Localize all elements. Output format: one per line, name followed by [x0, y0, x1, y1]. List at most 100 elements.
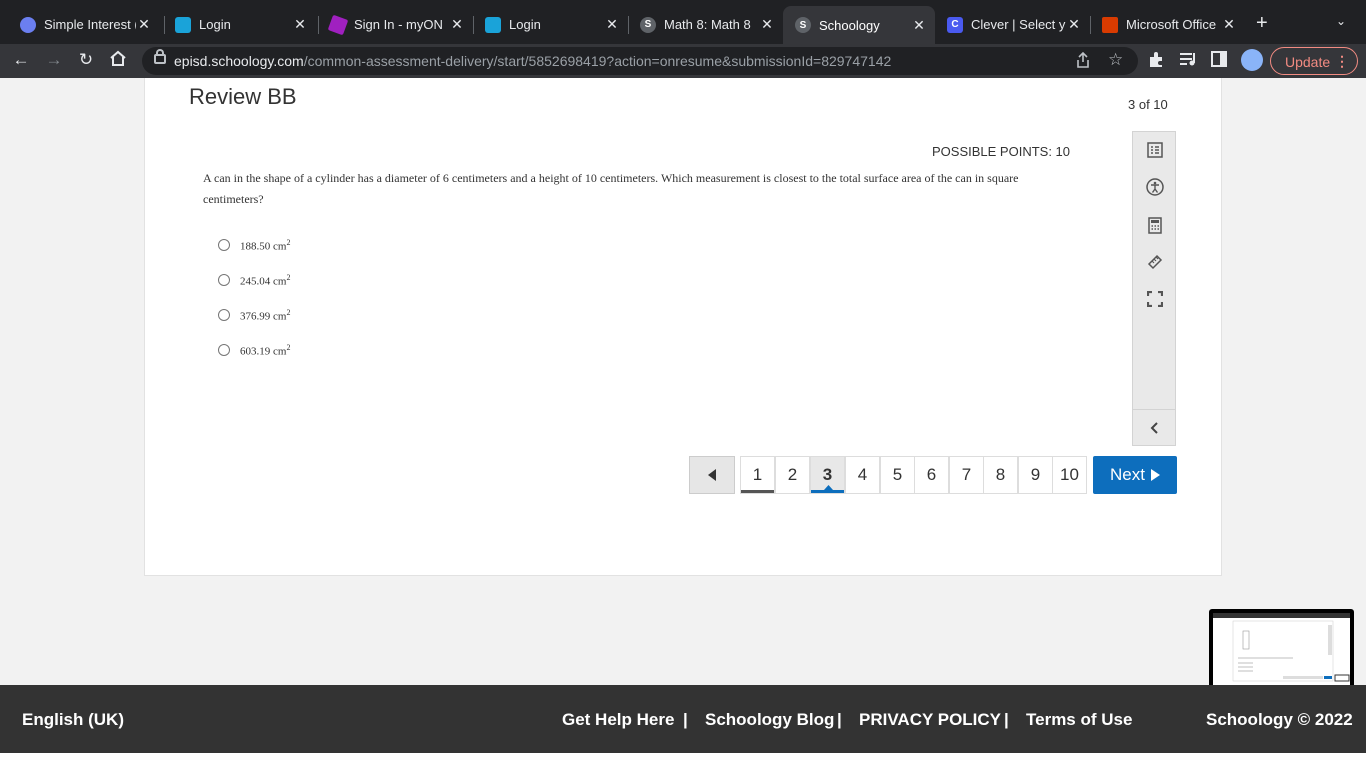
- question-text: A can in the shape of a cylinder has a d…: [203, 171, 1019, 206]
- footer-divider: |: [683, 710, 688, 729]
- ruler-icon[interactable]: [1145, 252, 1165, 272]
- current-indicator: [811, 490, 844, 493]
- more-menu-icon: ⋮: [1335, 53, 1349, 69]
- tab-title: Microsoft Office: [1126, 17, 1217, 32]
- choice-label: 376.99 cm2: [240, 307, 291, 323]
- page-button-3-current[interactable]: 3: [810, 456, 845, 494]
- tab-title: Sign In - myON: [354, 17, 443, 32]
- visited-indicator: [741, 490, 774, 493]
- question-progress: 3 of 10: [1128, 97, 1168, 112]
- tools-divider: [1133, 409, 1175, 410]
- tab-title: Simple Interest (: [44, 17, 136, 32]
- bottom-strip: [0, 753, 1366, 768]
- choice-label: 188.50 cm2: [240, 237, 291, 253]
- choice-label: 603.19 cm2: [240, 342, 291, 358]
- browser-tab[interactable]: S Math 8: Math 8 ✕: [628, 8, 783, 41]
- answer-choice[interactable]: 188.50 cm2: [218, 235, 290, 255]
- next-label: Next: [1110, 465, 1145, 484]
- calculator-icon[interactable]: [1145, 215, 1165, 235]
- clever-icon: C: [947, 16, 963, 33]
- close-tab-icon[interactable]: ✕: [1066, 16, 1082, 33]
- share-icon[interactable]: [1076, 51, 1090, 72]
- page-button-1[interactable]: 1: [740, 456, 775, 494]
- side-panel-icon[interactable]: [1211, 51, 1227, 71]
- page-button-7[interactable]: 7: [949, 456, 984, 494]
- radio-button[interactable]: [218, 344, 230, 356]
- browser-tab[interactable]: Login ✕: [163, 8, 316, 41]
- next-button[interactable]: Next: [1093, 456, 1177, 494]
- update-button[interactable]: Update ⋮: [1270, 47, 1358, 75]
- browser-toolbar: ← → ↻ episd.schoology.com/common-assessm…: [0, 44, 1366, 78]
- tab-title: Schoology: [819, 17, 880, 33]
- close-tab-icon[interactable]: ✕: [449, 16, 465, 33]
- close-tab-icon[interactable]: ✕: [759, 16, 775, 33]
- next-arrow-icon: [1150, 469, 1160, 481]
- radio-button[interactable]: [218, 239, 230, 251]
- url-text: episd.schoology.com/common-assessment-de…: [174, 53, 892, 69]
- language-selector[interactable]: English (UK): [22, 710, 124, 730]
- fullscreen-icon[interactable]: [1145, 289, 1165, 309]
- privacy-policy-link[interactable]: PRIVACY POLICY: [859, 710, 1001, 730]
- page-footer: English (UK) Get Help Here | Schoology B…: [0, 685, 1366, 753]
- globe-icon: [20, 16, 36, 33]
- help-link[interactable]: Get Help Here: [562, 710, 674, 730]
- tab-title: Login: [199, 17, 231, 32]
- collapse-chevron-icon[interactable]: [1145, 418, 1165, 438]
- page-button-5[interactable]: 5: [880, 456, 915, 494]
- new-tab-button[interactable]: +: [1256, 12, 1268, 35]
- schoology-icon: S: [795, 17, 811, 33]
- browser-tab[interactable]: Microsoft Office ✕: [1090, 8, 1245, 41]
- radio-button[interactable]: [218, 309, 230, 321]
- copyright-text: Schoology © 2022: [1206, 710, 1353, 729]
- close-tab-icon[interactable]: ✕: [911, 17, 927, 34]
- tab-search-button[interactable]: ⌄: [1336, 14, 1346, 28]
- office-icon: [1102, 16, 1118, 33]
- reading-list-icon[interactable]: [1179, 51, 1197, 71]
- radio-button[interactable]: [218, 274, 230, 286]
- current-caret-icon: [824, 485, 833, 490]
- previous-button[interactable]: [689, 456, 735, 494]
- tools-panel: [1132, 131, 1176, 446]
- lock-icon[interactable]: [154, 49, 166, 64]
- terms-of-use-link[interactable]: Terms of Use: [1026, 710, 1132, 730]
- notes-icon[interactable]: [1145, 140, 1165, 160]
- reload-icon[interactable]: ↻: [75, 50, 97, 70]
- answer-choice[interactable]: 376.99 cm2: [218, 305, 290, 325]
- close-tab-icon[interactable]: ✕: [136, 16, 152, 33]
- blog-link[interactable]: Schoology Blog: [705, 710, 834, 730]
- close-tab-icon[interactable]: ✕: [292, 16, 308, 33]
- browser-tab-active[interactable]: S Schoology ✕: [783, 6, 935, 44]
- page-button-2[interactable]: 2: [775, 456, 810, 494]
- answer-choice[interactable]: 603.19 cm2: [218, 340, 290, 360]
- screen-share-thumbnail[interactable]: [1209, 609, 1354, 694]
- choice-label: 245.04 cm2: [240, 272, 291, 288]
- extensions-icon[interactable]: [1147, 51, 1165, 73]
- accessibility-icon[interactable]: [1145, 177, 1165, 197]
- thumbnail-preview: [1213, 613, 1350, 690]
- home-icon[interactable]: [107, 50, 129, 71]
- answer-choice[interactable]: 245.04 cm2: [218, 270, 290, 290]
- page-button-4[interactable]: 4: [845, 456, 880, 494]
- close-tab-icon[interactable]: ✕: [604, 16, 620, 33]
- close-tab-icon[interactable]: ✕: [1221, 16, 1237, 33]
- bookmark-star-icon[interactable]: ☆: [1108, 50, 1123, 70]
- browser-tab[interactable]: Sign In - myON ✕: [318, 8, 473, 41]
- address-bar[interactable]: episd.schoology.com/common-assessment-de…: [142, 47, 1138, 75]
- browser-tab[interactable]: Login ✕: [473, 8, 628, 41]
- previous-arrow-icon: [708, 469, 716, 481]
- page-button-8[interactable]: 8: [983, 456, 1018, 494]
- back-arrow-icon[interactable]: ←: [10, 50, 32, 70]
- possible-points: POSSIBLE POINTS: 10: [932, 144, 1070, 159]
- profile-avatar[interactable]: [1241, 49, 1263, 71]
- page-button-6[interactable]: 6: [914, 456, 949, 494]
- update-label: Update: [1285, 54, 1331, 70]
- myon-icon: [327, 14, 349, 35]
- forward-arrow-icon[interactable]: →: [43, 50, 65, 70]
- browser-tab[interactable]: C Clever | Select y ✕: [935, 8, 1090, 41]
- tab-title: Login: [509, 17, 541, 32]
- page-title: Review BB: [189, 84, 297, 109]
- tab-title: Math 8: Math 8: [664, 17, 751, 32]
- page-button-9[interactable]: 9: [1018, 456, 1053, 494]
- browser-tab[interactable]: Simple Interest ( ✕: [8, 8, 160, 41]
- page-button-10[interactable]: 10: [1052, 456, 1087, 494]
